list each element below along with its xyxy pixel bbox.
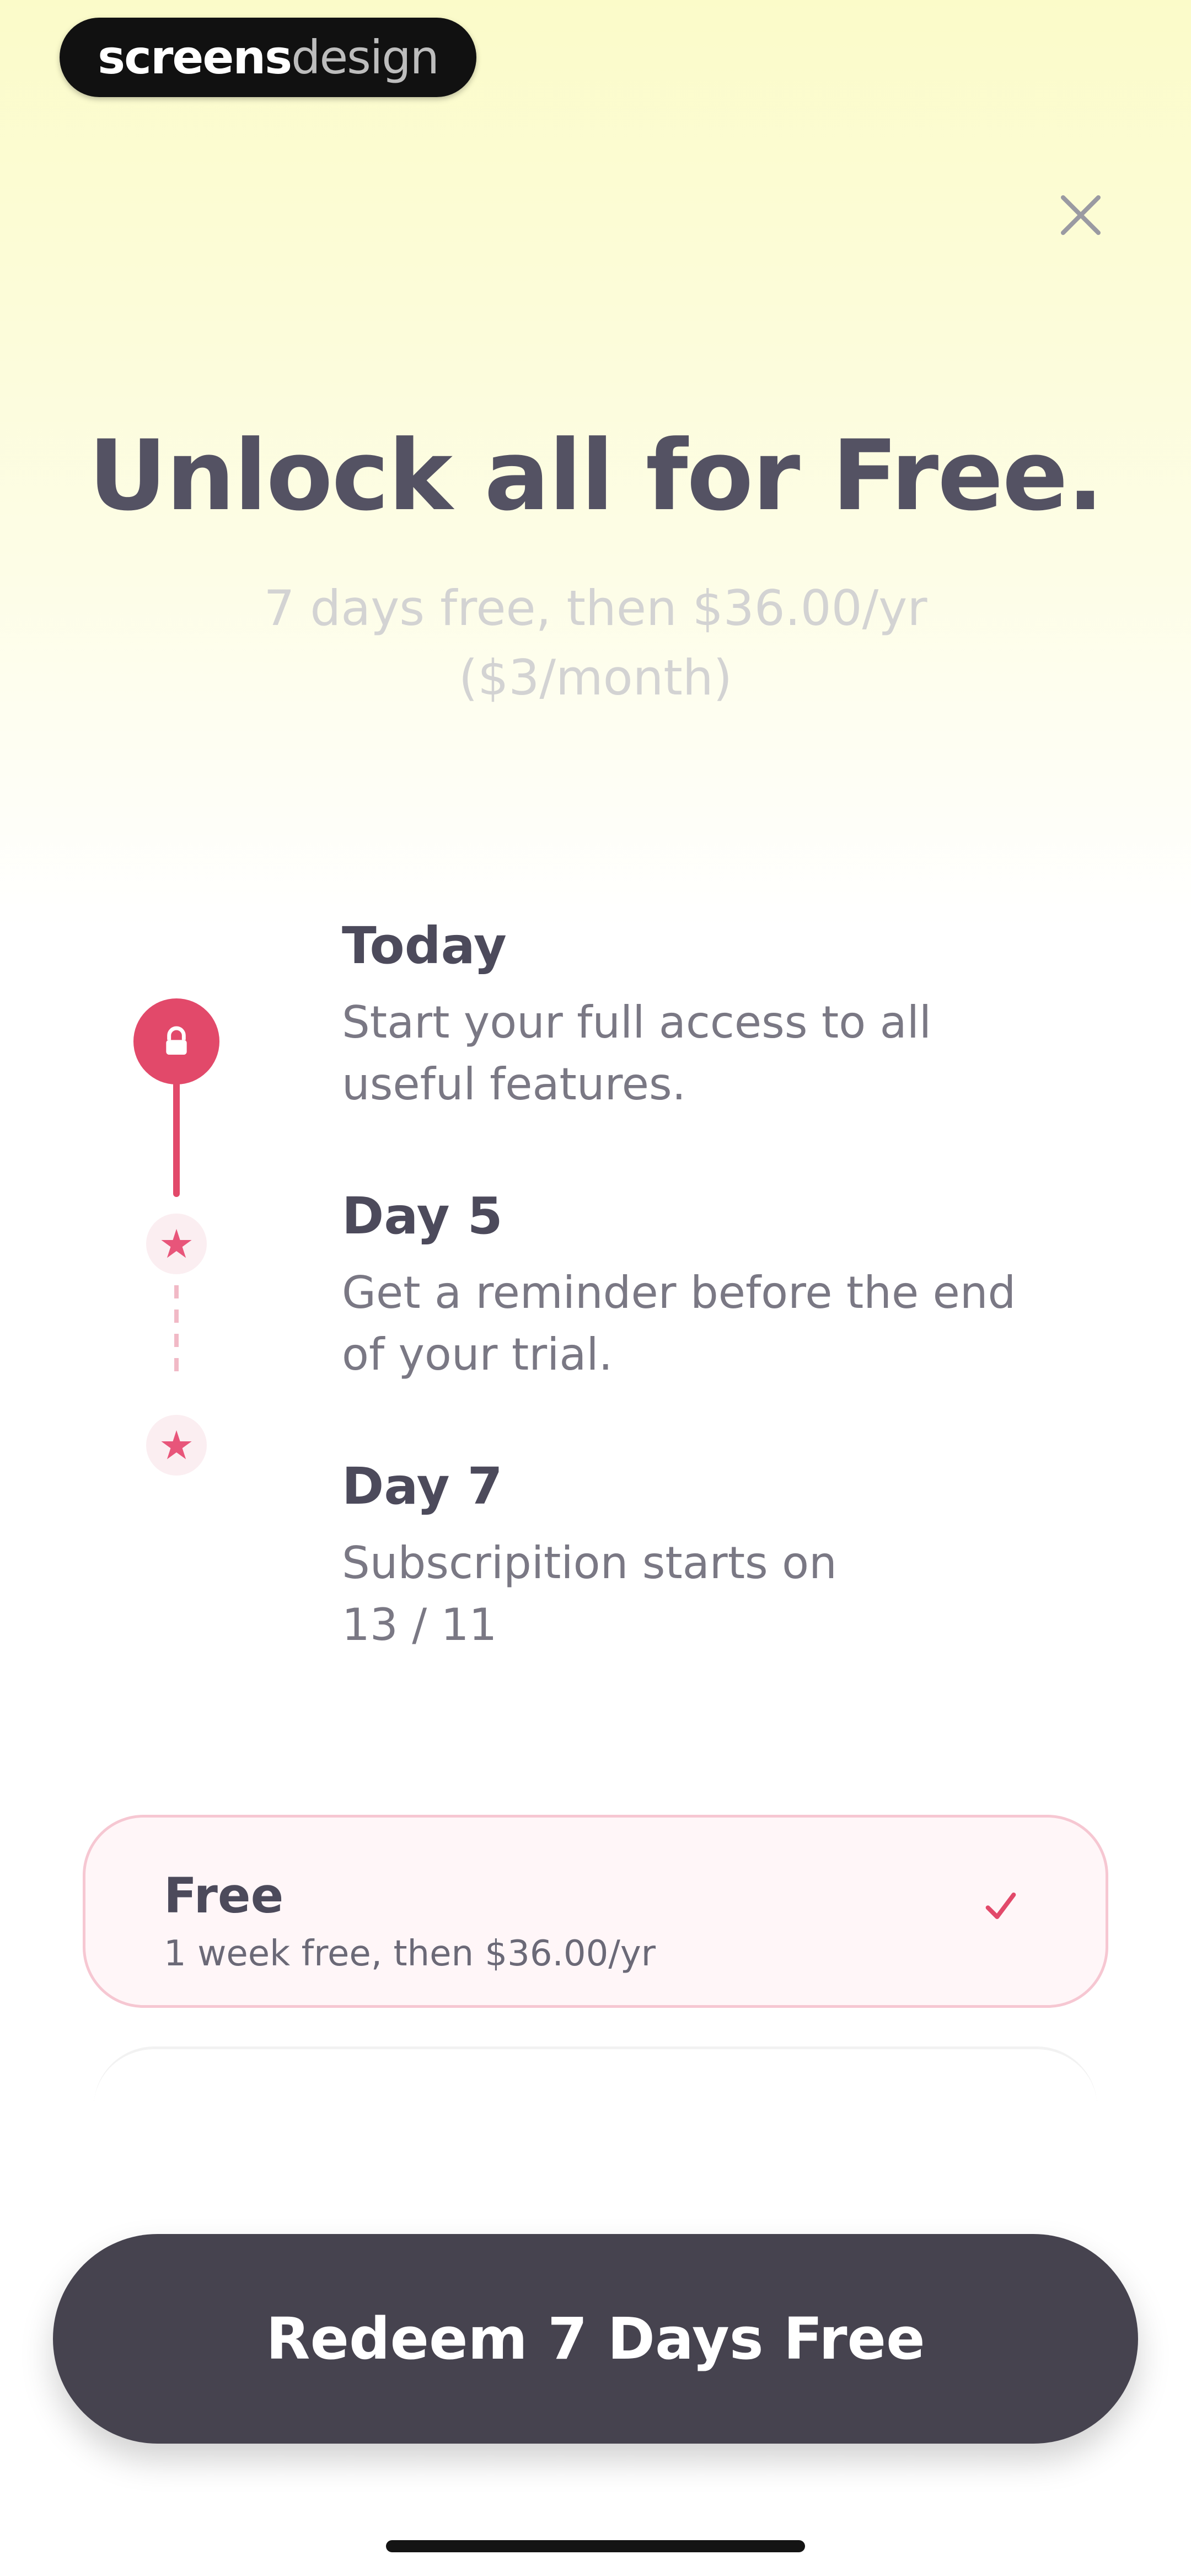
- check-icon: [985, 1893, 1016, 1919]
- plan-selected-indicator: [968, 1873, 1034, 1939]
- star-icon: ★: [158, 1221, 195, 1267]
- close-button[interactable]: [1048, 182, 1114, 248]
- plan-title: Free: [164, 1867, 284, 1924]
- timeline-step-today: Today Start your full access to all usef…: [342, 916, 1103, 1115]
- brand-name-light: design: [291, 30, 439, 84]
- timeline-line-active: [173, 1070, 180, 1197]
- price-subtitle: 7 days free, then $36.00/yr ($3/month): [0, 574, 1191, 713]
- timeline-line-pending: [174, 1285, 179, 1379]
- brand-name-bold: screens: [98, 30, 292, 84]
- step-title: Day 7: [342, 1457, 503, 1516]
- close-icon: [1061, 195, 1101, 235]
- timeline-node-day7: ★: [146, 1415, 207, 1476]
- step-title: Day 5: [342, 1187, 503, 1246]
- timeline-step-day5: Day 5 Get a reminder before the end of y…: [342, 1186, 1103, 1386]
- lock-icon: [166, 1026, 187, 1055]
- plan-subtitle: 1 week free, then $36.00/yr: [164, 1933, 656, 1974]
- step-description-line1: Get a reminder before the end: [342, 1267, 1016, 1318]
- step-description-line2: useful features.: [342, 1059, 686, 1110]
- timeline-node-today: [133, 998, 219, 1084]
- home-indicator: [386, 2540, 805, 2552]
- timeline-node-day5: ★: [146, 1214, 207, 1274]
- price-subtitle-line1: 7 days free, then $36.00/yr: [264, 580, 927, 637]
- plan-option-next[interactable]: [94, 2046, 1097, 2126]
- brand-badge: screens design: [60, 18, 476, 97]
- plan-option-free[interactable]: Free 1 week free, then $36.00/yr: [83, 1815, 1108, 2008]
- step-description-line1: Subscripition starts on: [342, 1537, 837, 1589]
- star-icon: ★: [158, 1422, 195, 1468]
- step-description-line2: of your trial.: [342, 1329, 613, 1380]
- step-description-line1: Start your full access to all: [342, 997, 932, 1048]
- page-title: Unlock all for Free.: [88, 419, 1104, 532]
- step-description-line2: 13 / 11: [342, 1599, 497, 1650]
- price-subtitle-line2: ($3/month): [459, 649, 732, 706]
- redeem-button[interactable]: Redeem 7 Days Free: [53, 2234, 1138, 2444]
- timeline-step-day7: Day 7 Subscripition starts on 13 / 11: [342, 1456, 1103, 1656]
- step-title: Today: [342, 916, 507, 975]
